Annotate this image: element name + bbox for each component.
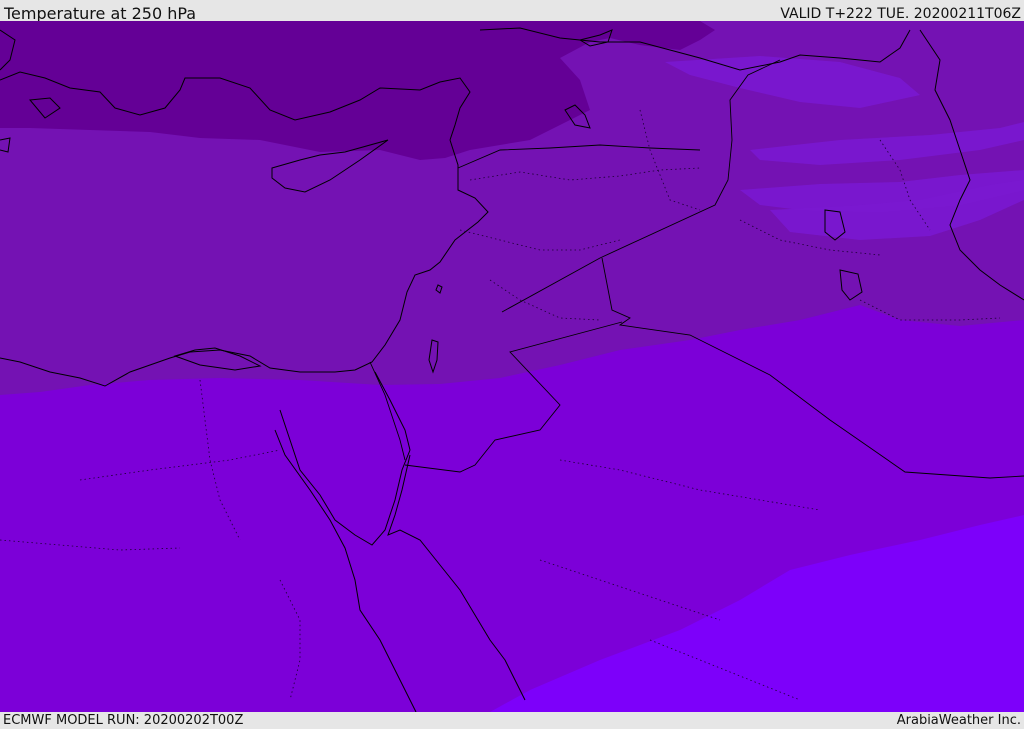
footer-bar: ECMWF MODEL RUN: 20200202T00Z ArabiaWeat…	[0, 712, 1024, 729]
map-canvas	[0, 21, 1024, 712]
header-bar: Temperature at 250 hPa VALID T+222 TUE. …	[0, 0, 1024, 23]
credit-label: ArabiaWeather Inc.	[896, 713, 1021, 728]
temperature-map	[0, 21, 1024, 712]
model-run-label: ECMWF MODEL RUN: 20200202T00Z	[3, 713, 244, 728]
